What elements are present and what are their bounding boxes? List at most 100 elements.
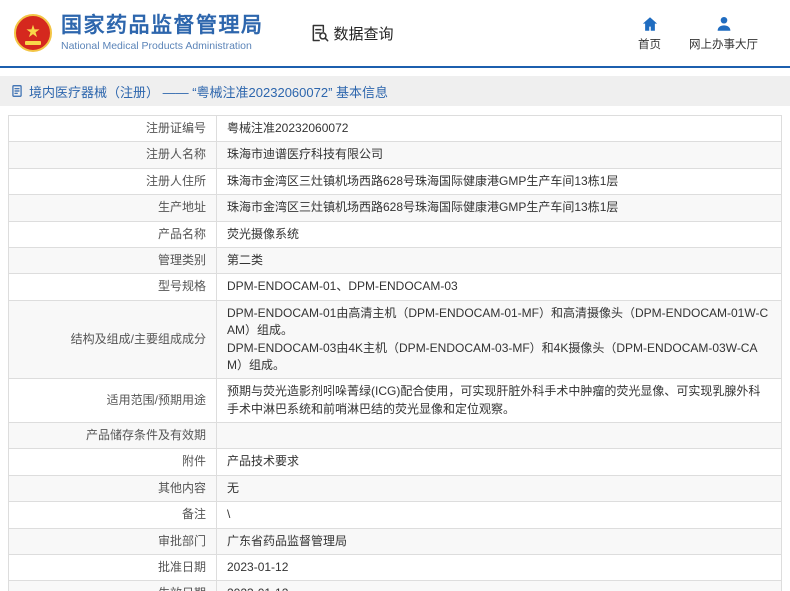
row-label: 产品名称 [8,220,217,248]
row-value: 预期与荧光造影剂吲哚菁绿(ICG)配合使用，可实现肝脏外科手术中肿瘤的荧光显像、… [216,378,782,424]
row-value: 第二类 [216,246,782,275]
row-value: 粤械注准20232060072 [216,114,782,143]
table-row: 产品名称 荧光摄像系统 [8,220,782,248]
user-icon [715,15,733,33]
row-value: 无 [216,474,782,503]
agency-title-block: 国家药品监督管理局 National Medical Products Admi… [61,14,264,52]
row-value-text: 荧光摄像系统 [227,226,300,241]
row-label: 注册人住所 [8,167,217,196]
row-label-text: 审批部门 [157,533,206,548]
row-label-text: 型号规格 [157,279,206,294]
agency-name-cn: 国家药品监督管理局 [61,13,264,37]
row-value-text: DPM-ENDOCAM-01由高清主机（DPM-ENDOCAM-01-MF）和高… [227,305,769,372]
row-value: 2023-01-12 [216,554,782,582]
row-value: 珠海市金湾区三灶镇机场西路628号珠海国际健康港GMP生产车间13栋1层 [216,194,782,222]
row-value-text: 广东省药品监督管理局 [227,533,348,548]
row-label-text: 管理类别 [157,252,206,267]
row-value: 产品技术要求 [216,448,782,476]
table-row: 适用范围/预期用途 预期与荧光造影剂吲哚菁绿(ICG)配合使用，可实现肝脏外科手术… [8,378,782,424]
table-row: 型号规格 DPM-ENDOCAM-01、DPM-ENDOCAM-03 [8,273,782,301]
main-content: 注册证编号 粤械注准20232060072 注册人名称 珠海市迪谱医疗科技有限公司 注册… [8,114,782,591]
home-icon [641,15,659,33]
row-value-text: 珠海市金湾区三灶镇机场西路628号珠海国际健康港GMP生产车间13栋1层 [227,200,619,215]
document-icon [10,84,24,98]
header-nav: 首页 网上办事大厅 [638,15,776,52]
table-row: 结构及组成/主要组成成分 DPM-ENDOCAM-01由高清主机（DPM-ENDO… [8,299,782,380]
table-row: 管理类别 第二类 [8,246,782,275]
nav-service-hall[interactable]: 网上办事大厅 [689,15,758,52]
info-table: 注册证编号 粤械注准20232060072 注册人名称 珠海市迪谱医疗科技有限公司 注册… [8,114,782,591]
row-value-text: 珠海市金湾区三灶镇机场西路628号珠海国际健康港GMP生产车间13栋1层 [227,173,619,188]
row-value-text: 2023-01-12 [227,560,289,575]
table-row: 审批部门 广东省药品监督管理局 [8,527,782,556]
row-value: DPM-ENDOCAM-01由高清主机（DPM-ENDOCAM-01-MF）和高… [216,299,782,380]
row-value: 珠海市金湾区三灶镇机场西路628号珠海国际健康港GMP生产车间13栋1层 [216,167,782,196]
row-label-text: 适用范围/预期用途 [106,392,206,407]
row-value-text: 产品技术要求 [227,454,300,469]
breadcrumb: 境内医疗器械（注册） —— “粤械注准20232060072” 基本信息 [0,76,790,106]
row-label-text: 注册人名称 [145,147,206,162]
row-value: 珠海市迪谱医疗科技有限公司 [216,141,782,169]
row-label: 注册人名称 [8,141,217,169]
site-header: 国家药品监督管理局 National Medical Products Admi… [0,0,790,68]
nav-home[interactable]: 首页 [638,15,661,52]
row-value: \ [216,501,782,529]
row-label: 注册证编号 [8,114,217,143]
row-value: 广东省药品监督管理局 [216,527,782,556]
row-value: 2023-01-12 [216,580,782,591]
table-row: 生产地址 珠海市金湾区三灶镇机场西路628号珠海国际健康港GMP生产车间13栋1层 [8,194,782,222]
row-label: 产品储存条件及有效期 [8,422,217,450]
info-table-body: 注册证编号 粤械注准20232060072 注册人名称 珠海市迪谱医疗科技有限公司 注册… [8,114,782,591]
row-label-text: 产品名称 [157,226,206,241]
national-emblem-logo [14,14,52,52]
row-label: 审批部门 [8,527,217,556]
row-label-text: 附件 [181,454,206,469]
row-value-text: 无 [227,480,240,495]
data-query-nav[interactable]: 数据查询 [310,23,394,44]
row-label: 管理类别 [8,246,217,275]
row-label-text: 注册人住所 [145,173,206,188]
data-query-label: 数据查询 [333,25,394,43]
nav-home-label: 首页 [638,38,661,51]
row-label: 生产地址 [8,194,217,222]
row-label: 批准日期 [8,554,217,582]
row-label-text: 结构及组成/主要组成成分 [70,331,206,346]
row-label: 型号规格 [8,273,217,301]
row-value-text: 粤械注准20232060072 [227,121,349,135]
row-label-text: 产品储存条件及有效期 [85,428,206,443]
table-row: 附件 产品技术要求 [8,448,782,476]
row-value-text: DPM-ENDOCAM-01、DPM-ENDOCAM-03 [227,279,458,294]
row-label: 备注 [8,501,217,529]
row-value-text: 预期与荧光造影剂吲哚菁绿(ICG)配合使用，可实现肝脏外科手术中肿瘤的荧光显像、… [227,384,761,416]
table-row: 注册证编号 粤械注准20232060072 [8,114,782,143]
row-value [216,422,782,450]
row-label-text: 其他内容 [157,480,206,495]
row-label-text: 备注 [181,507,206,522]
table-row: 其他内容 无 [8,474,782,503]
table-row: 批准日期 2023-01-12 [8,554,782,582]
breadcrumb-text: 境内医疗器械（注册） —— “粤械注准20232060072” 基本信息 [29,84,389,100]
row-value: 荧光摄像系统 [216,220,782,248]
row-label-text: 生效日期 [158,586,206,591]
row-label-text: 批准日期 [157,560,206,575]
row-label: 结构及组成/主要组成成分 [8,299,217,380]
table-row: 产品储存条件及有效期 [8,422,782,450]
row-label-text: 注册证编号 [145,121,206,135]
table-row: 生效日期 2023-01-12 [8,580,782,591]
row-value-text: 珠海市迪谱医疗科技有限公司 [227,147,384,162]
row-label: 生效日期 [8,580,217,591]
table-row: 备注 \ [8,501,782,529]
table-row: 注册人住所 珠海市金湾区三灶镇机场西路628号珠海国际健康港GMP生产车间13栋1… [8,167,782,196]
row-label-text: 生产地址 [157,200,206,215]
row-value: DPM-ENDOCAM-01、DPM-ENDOCAM-03 [216,273,782,301]
agency-name-en: National Medical Products Administration [61,40,252,53]
row-value-text: 2023-01-12 [227,586,288,591]
row-value-text: \ [227,507,231,522]
row-label: 附件 [8,448,217,476]
data-query-icon [310,23,330,43]
row-value-text: 第二类 [227,252,264,267]
row-label: 其他内容 [8,474,217,503]
table-row: 注册人名称 珠海市迪谱医疗科技有限公司 [8,141,782,169]
nav-service-hall-label: 网上办事大厅 [689,38,758,51]
row-label: 适用范围/预期用途 [8,378,217,424]
